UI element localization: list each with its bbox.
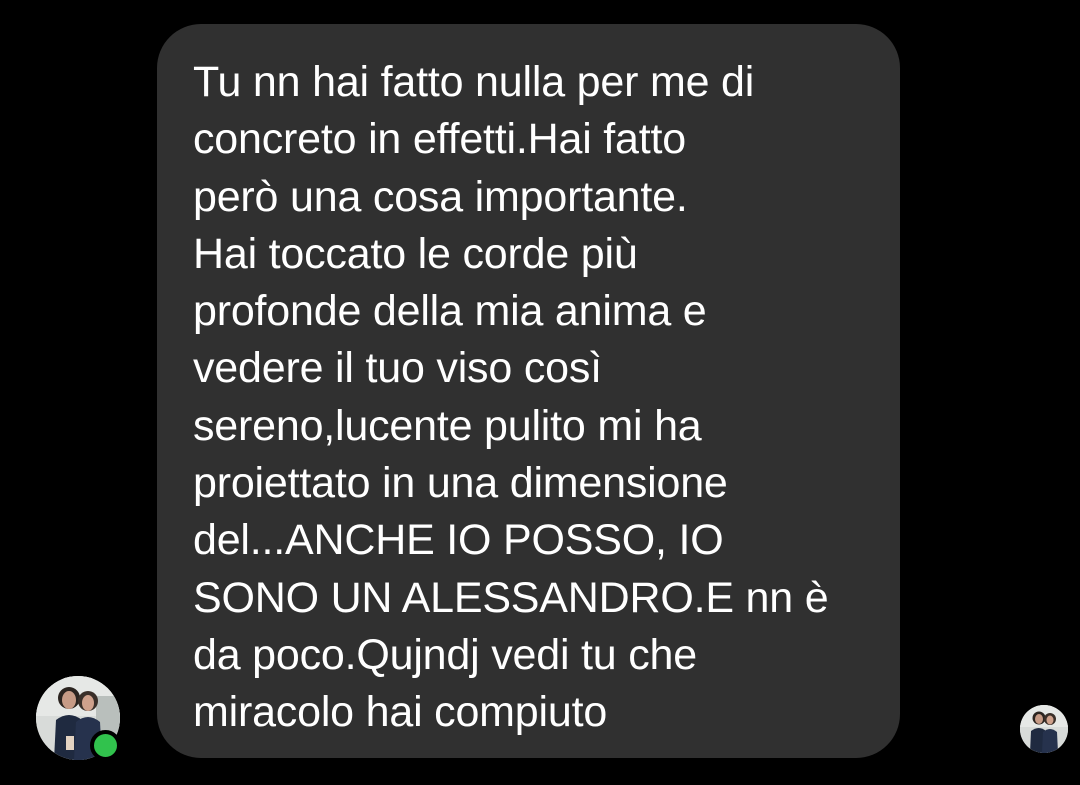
read-receipt-avatar-photo <box>1020 705 1068 753</box>
message-line: del...ANCHE IO POSSO, IO <box>193 516 724 565</box>
message-line: Tu nn hai fatto nulla per me di <box>193 58 755 106</box>
message-line: concreto in effetti.Hai fatto <box>193 115 686 164</box>
message-line: proiettato in una dimensione <box>193 459 728 508</box>
online-status-dot <box>90 730 121 761</box>
message-line: da poco.Qujndj vedi tu che <box>193 630 697 679</box>
message-line: sereno,lucente pulito mi ha <box>193 401 702 450</box>
message-line: miracolo hai compiuto <box>193 688 608 737</box>
message-line: vedere il tuo viso così <box>193 344 602 393</box>
message-line: SONO UN ALESSANDRO.E nn è <box>193 573 829 622</box>
read-receipt-avatar <box>1020 705 1068 753</box>
message-bubble[interactable]: Tu nn hai fatto nulla per me di concreto… <box>157 24 900 758</box>
message-line: profonde della mia anima e <box>193 287 707 336</box>
message-line: però una cosa importante. <box>193 172 688 221</box>
message-line: Hai toccato le corde più <box>193 229 638 278</box>
